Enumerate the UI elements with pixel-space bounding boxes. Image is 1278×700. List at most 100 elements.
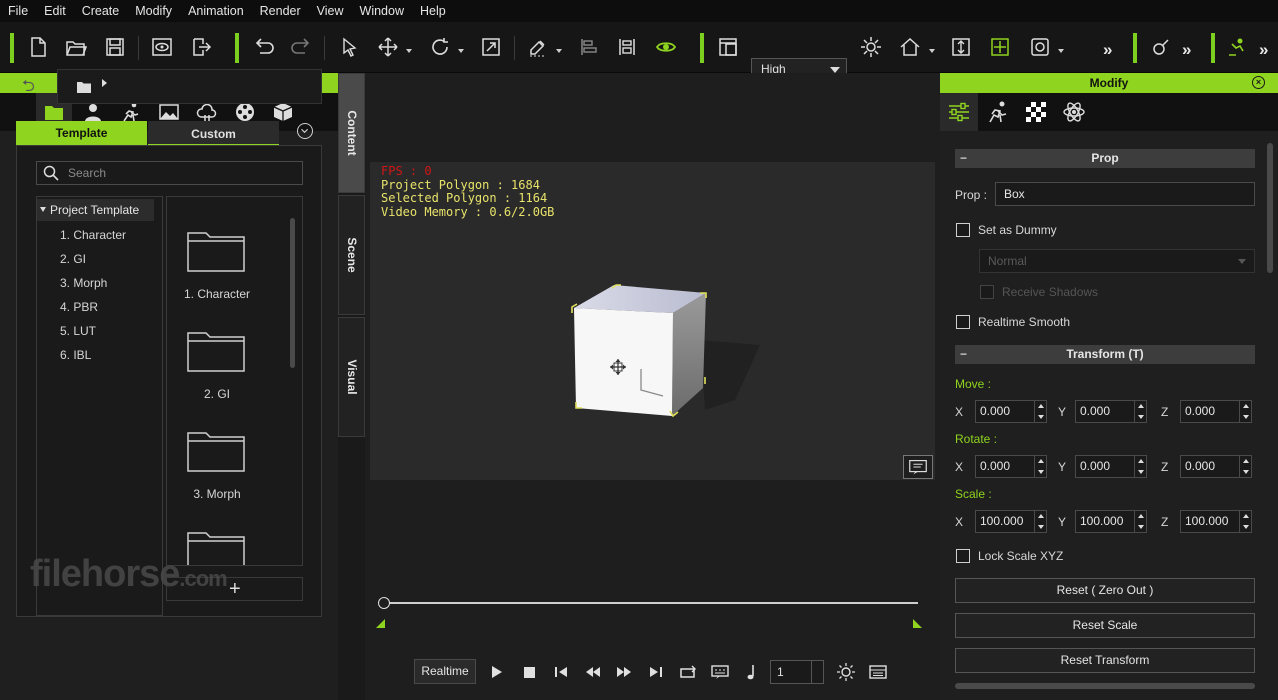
home-icon[interactable] bbox=[897, 34, 923, 60]
close-icon[interactable]: × bbox=[1252, 76, 1265, 89]
expand-circle-icon[interactable] bbox=[297, 123, 313, 139]
move-x-input[interactable]: 0.000 bbox=[975, 400, 1047, 423]
tree-item[interactable]: 1. Character bbox=[60, 228, 126, 242]
spinner[interactable] bbox=[1034, 511, 1046, 532]
previous-key-icon[interactable] bbox=[551, 662, 571, 682]
back-arrow-icon[interactable]: ⮌ bbox=[22, 75, 35, 102]
visibility-eye-icon[interactable] bbox=[653, 34, 679, 60]
spinner[interactable] bbox=[1034, 401, 1046, 422]
menu-animation[interactable]: Animation bbox=[183, 4, 249, 18]
tree-item[interactable]: 5. LUT bbox=[60, 324, 96, 338]
spinner[interactable] bbox=[1134, 456, 1146, 477]
search-input[interactable]: Search bbox=[36, 161, 303, 185]
sun-icon[interactable] bbox=[836, 662, 856, 682]
prop-name-field[interactable]: Box bbox=[995, 182, 1255, 206]
timeline-end-marker[interactable] bbox=[913, 619, 922, 628]
rotate-y-input[interactable]: 0.000 bbox=[1075, 455, 1147, 478]
chevron-right-icon[interactable] bbox=[102, 79, 107, 87]
move-y-input[interactable]: 0.000 bbox=[1075, 400, 1147, 423]
next-key-icon[interactable] bbox=[646, 662, 666, 682]
spinner[interactable] bbox=[1239, 511, 1251, 532]
move-icon[interactable] bbox=[375, 34, 401, 60]
frame-number-input[interactable]: 1 bbox=[770, 660, 824, 684]
toolbar-overflow-icon[interactable]: » bbox=[1103, 40, 1113, 60]
section-header-transform[interactable]: − Transform (T) bbox=[955, 345, 1255, 364]
menu-help[interactable]: Help bbox=[415, 4, 451, 18]
menu-view[interactable]: View bbox=[312, 4, 349, 18]
save-icon[interactable] bbox=[102, 34, 128, 60]
loop-icon[interactable] bbox=[678, 662, 698, 682]
open-folder-icon[interactable] bbox=[63, 34, 89, 60]
tree-item[interactable]: 3. Morph bbox=[60, 276, 107, 290]
tree-root-project-template[interactable]: Project Template bbox=[37, 199, 154, 221]
modify-horizontal-scrollbar[interactable] bbox=[955, 683, 1255, 689]
frame-icon[interactable] bbox=[987, 34, 1013, 60]
menu-window[interactable]: Window bbox=[355, 4, 409, 18]
modify-scrollbar[interactable] bbox=[1267, 143, 1273, 273]
align-icon[interactable] bbox=[576, 34, 602, 60]
menu-modify[interactable]: Modify bbox=[130, 4, 177, 18]
add-icon[interactable]: + bbox=[229, 578, 241, 600]
lock-scale-checkbox[interactable] bbox=[956, 549, 970, 563]
checker-material-icon[interactable] bbox=[1017, 93, 1055, 131]
grid-item-gi[interactable]: 2. GI bbox=[167, 297, 267, 401]
redo-icon[interactable] bbox=[288, 34, 314, 60]
timeline-playhead[interactable] bbox=[378, 597, 390, 609]
export-icon[interactable] bbox=[188, 34, 214, 60]
collapse-icon[interactable]: − bbox=[960, 345, 967, 364]
shadow-mode-select[interactable]: Normal bbox=[979, 249, 1255, 273]
motion-pilot-icon[interactable] bbox=[1224, 34, 1250, 60]
reset-scale-button[interactable]: Reset Scale bbox=[955, 613, 1255, 638]
path-icon[interactable] bbox=[1147, 34, 1173, 60]
spinner[interactable] bbox=[1239, 401, 1251, 422]
spinner[interactable] bbox=[1034, 456, 1046, 477]
tab-custom[interactable]: Custom bbox=[148, 121, 279, 145]
distribute-icon[interactable] bbox=[614, 34, 640, 60]
comment-icon[interactable] bbox=[903, 455, 933, 479]
fast-forward-icon[interactable] bbox=[614, 662, 634, 682]
rotate-x-input[interactable]: 0.000 bbox=[975, 455, 1047, 478]
box-prop-3d[interactable] bbox=[560, 275, 780, 435]
section-header-prop[interactable]: − Prop bbox=[955, 149, 1255, 168]
grid-scrollbar[interactable] bbox=[290, 218, 295, 368]
side-tab-visual[interactable]: Visual bbox=[338, 317, 365, 437]
camera-icon[interactable] bbox=[1027, 34, 1053, 60]
receive-shadows-checkbox[interactable] bbox=[980, 285, 994, 299]
reset-zero-out-button[interactable]: Reset ( Zero Out ) bbox=[955, 578, 1255, 603]
undo-icon[interactable] bbox=[251, 34, 277, 60]
scale-icon[interactable] bbox=[478, 34, 504, 60]
side-tab-content[interactable]: Content bbox=[338, 73, 365, 193]
grid-item-morph[interactable]: 3. Morph bbox=[167, 397, 267, 501]
rotate-z-input[interactable]: 0.000 bbox=[1180, 455, 1252, 478]
motion-icon[interactable] bbox=[979, 93, 1017, 131]
reset-transform-button[interactable]: Reset Transform bbox=[955, 648, 1255, 673]
collapse-icon[interactable]: − bbox=[960, 149, 967, 168]
new-file-icon[interactable] bbox=[25, 34, 51, 60]
play-icon[interactable] bbox=[486, 662, 506, 682]
select-arrow-icon[interactable] bbox=[336, 34, 362, 60]
menu-file[interactable]: File bbox=[3, 4, 33, 18]
rewind-icon[interactable] bbox=[583, 662, 603, 682]
subtitle-icon[interactable] bbox=[710, 662, 730, 682]
frame-spinner[interactable] bbox=[811, 661, 823, 683]
menu-edit[interactable]: Edit bbox=[39, 4, 71, 18]
move-z-input[interactable]: 0.000 bbox=[1180, 400, 1252, 423]
menu-render[interactable]: Render bbox=[255, 4, 306, 18]
tree-item[interactable]: 6. IBL bbox=[60, 348, 91, 362]
scale-x-input[interactable]: 100.000 bbox=[975, 510, 1047, 533]
spinner[interactable] bbox=[1239, 456, 1251, 477]
spinner[interactable] bbox=[1134, 401, 1146, 422]
spinner[interactable] bbox=[1134, 511, 1146, 532]
timeline-start-marker[interactable] bbox=[376, 619, 385, 628]
menu-create[interactable]: Create bbox=[77, 4, 125, 18]
tree-item[interactable]: 4. PBR bbox=[60, 300, 98, 314]
scale-y-input[interactable]: 100.000 bbox=[1075, 510, 1147, 533]
sliders-icon[interactable] bbox=[940, 93, 978, 131]
music-note-icon[interactable] bbox=[742, 662, 762, 682]
pick-icon[interactable] bbox=[525, 34, 551, 60]
tab-template[interactable]: Template bbox=[16, 121, 147, 145]
tree-item[interactable]: 2. GI bbox=[60, 252, 86, 266]
preview-icon[interactable] bbox=[149, 34, 175, 60]
side-tab-scene[interactable]: Scene bbox=[338, 195, 365, 315]
light-icon[interactable] bbox=[858, 34, 884, 60]
